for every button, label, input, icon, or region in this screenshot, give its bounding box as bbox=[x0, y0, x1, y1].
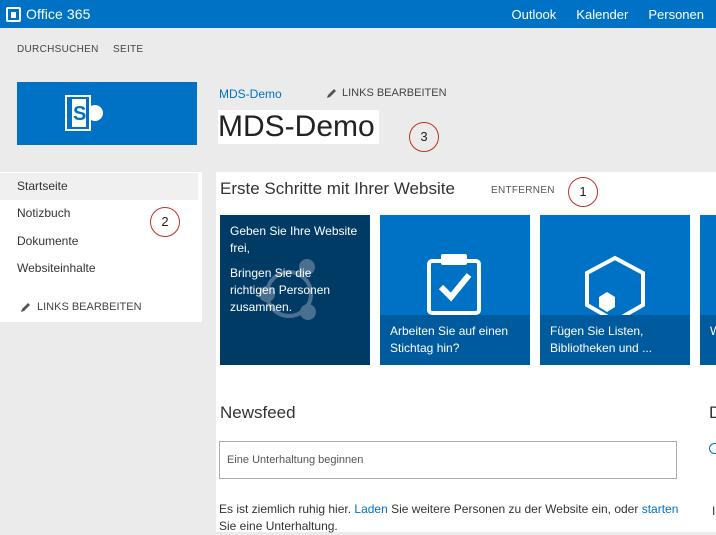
office365-logo[interactable]: Office 365 bbox=[6, 5, 91, 23]
suite-nav-outlook[interactable]: Outlook bbox=[511, 7, 556, 22]
getting-started-title: Erste Schritte mit Ihrer Website bbox=[220, 179, 455, 198]
start-conversation-input[interactable] bbox=[219, 441, 677, 479]
nav-item-startseite[interactable]: Startseite bbox=[0, 173, 198, 200]
tile-deadline-caption: Arbeiten Sie auf einen Stichtag hin? bbox=[380, 315, 530, 365]
right-panel-heading-cut: D bbox=[709, 403, 716, 422]
invite-people-link[interactable]: Laden bbox=[354, 502, 387, 516]
tile-partial-caption: W bbox=[700, 315, 716, 365]
tile-add-lists[interactable]: Fügen Sie Listen, Bibliotheken und ... bbox=[540, 215, 690, 365]
pencil-icon bbox=[21, 303, 30, 312]
newsfeed-text-b: Sie weitere Personen zu der Website ein,… bbox=[387, 502, 642, 516]
suite-nav: Outlook Kalender Personen bbox=[511, 0, 704, 28]
annotation-badge-1: 1 bbox=[568, 177, 598, 207]
sharepoint-logo-icon: S bbox=[65, 95, 103, 131]
remove-getting-started-button[interactable]: ENTFERNEN bbox=[491, 185, 555, 196]
tile-share-site[interactable]: Geben Sie Ihre Website frei, Bringen Sie… bbox=[220, 215, 370, 365]
add-circle-icon[interactable] bbox=[709, 443, 716, 454]
tile-partial[interactable]: W bbox=[700, 215, 716, 365]
annotation-badge-3: 3 bbox=[409, 122, 439, 152]
office-logo-icon bbox=[6, 6, 21, 22]
newsfeed-title: Newsfeed bbox=[220, 403, 296, 422]
newsfeed-empty-message: Es ist ziemlich ruhig hier. Laden Sie we… bbox=[219, 501, 689, 535]
page-title: MDS-Demo bbox=[218, 110, 379, 144]
tile-share-line-1: Geben Sie Ihre Website frei, bbox=[230, 224, 358, 255]
tile-share-line-2: Bringen Sie die richtigen Personen zusam… bbox=[230, 266, 331, 314]
breadcrumb-site[interactable]: MDS-Demo bbox=[219, 87, 282, 101]
tile-deadline[interactable]: Arbeiten Sie auf einen Stichtag hin? bbox=[380, 215, 530, 365]
suite-bar: Office 365 Outlook Kalender Personen bbox=[0, 0, 716, 28]
suite-nav-people[interactable]: Personen bbox=[648, 7, 704, 22]
edit-links-top[interactable]: LINKS BEARBEITEN bbox=[326, 87, 447, 99]
clipboard-check-icon bbox=[425, 253, 485, 320]
edit-links-nav-label: LINKS BEARBEITEN bbox=[37, 301, 142, 313]
tile-add-lists-caption: Fügen Sie Listen, Bibliotheken und ... bbox=[540, 315, 690, 365]
edit-links-nav[interactable]: LINKS BEARBEITEN bbox=[20, 301, 142, 313]
tab-page[interactable]: SEITE bbox=[113, 44, 143, 55]
ribbon-tabs: DURCHSUCHEN SEITE bbox=[0, 28, 716, 64]
right-panel-line-cut: I bbox=[712, 504, 716, 518]
nav-item-websiteinhalte[interactable]: Websiteinhalte bbox=[0, 255, 198, 282]
tab-browse[interactable]: DURCHSUCHEN bbox=[17, 44, 99, 55]
tile-share-site-text: Geben Sie Ihre Website frei, Bringen Sie… bbox=[230, 223, 360, 324]
svg-text:S: S bbox=[73, 103, 86, 125]
site-logo[interactable]: S bbox=[17, 82, 197, 145]
newsfeed-text-a: Es ist ziemlich ruhig hier. bbox=[219, 502, 355, 516]
suite-nav-calendar[interactable]: Kalender bbox=[576, 7, 628, 22]
newsfeed-text-c: Sie eine Unterhaltung. bbox=[219, 519, 338, 533]
left-navigation: Startseite Notizbuch Dokumente Websitein… bbox=[0, 172, 202, 322]
pencil-icon bbox=[327, 89, 336, 98]
annotation-badge-2: 2 bbox=[150, 207, 180, 237]
office365-brand-text: Office 365 bbox=[26, 6, 91, 22]
edit-links-top-label: LINKS BEARBEITEN bbox=[342, 87, 447, 99]
start-conversation-link[interactable]: starten bbox=[642, 502, 679, 516]
